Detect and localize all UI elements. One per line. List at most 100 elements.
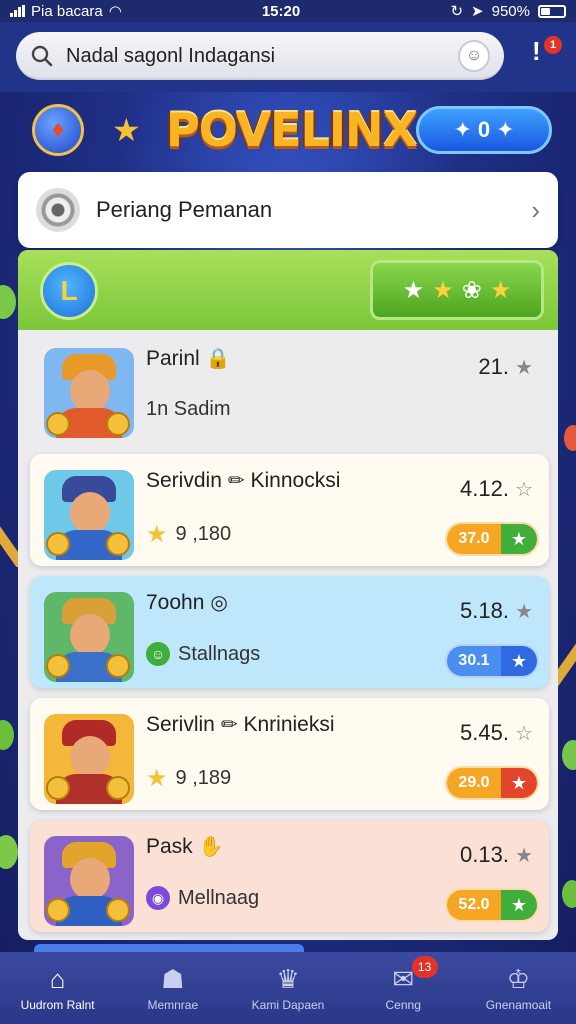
home-icon: ⌂ [49,964,66,994]
star-rating-button[interactable]: ★ ★ ❀ ★ [370,260,544,320]
nav-label: Gnenamoait [485,998,552,1012]
lock-icon: 🔒 [205,348,231,370]
nav-label: Memnrae [147,998,199,1012]
star-icon: ★ [515,845,533,867]
section-selector[interactable]: Periang Pemanan › [18,172,558,248]
game-rating: 4.12. ☆ [460,476,533,501]
notification-button[interactable]: ! 1 [532,36,566,70]
star-icon: ★ [146,765,168,792]
disc-icon [36,188,80,232]
game-thumbnail [44,348,134,438]
nav-item-crown[interactable]: ♛ Kami Dapaen [230,952,345,1024]
game-subtitle: ☺ Stallnags [146,642,260,666]
game-title: 7oohn ◎ [146,591,228,614]
chat-icon: ✉ [392,964,415,994]
hand-icon: ✋ [198,836,224,858]
trophy-icon: ♔ [506,964,531,994]
game-subtitle: 1n Sadim [146,398,231,420]
game-thumbnail [44,714,134,804]
nav-label: Cenng [385,998,421,1012]
coins-icon: ◎ [210,592,228,614]
game-title: Parinl 🔒 [146,347,231,370]
nav-item-trophy[interactable]: ♔ Gnenamoait [461,952,576,1024]
star-icon: ★ [489,276,512,304]
star-icon: ☆ [515,479,533,501]
background-candy [562,740,576,770]
gem-icon: ◉ [146,886,170,910]
list-item[interactable]: Serivdin ✏ Kinnocksi ★ 9 ,180 4.12. ☆ 37.0… [30,454,549,566]
game-rating: 0.13. ★ [460,842,533,867]
game-list-panel: L ★ ★ ❀ ★ Parinl 🔒 1n Sadim 21. ★ Serivdi… [18,250,558,940]
smiley-icon[interactable]: ☺ [458,40,490,72]
game-title: Pask ✋ [146,835,224,858]
background-candy [0,285,16,319]
background-candy [0,835,18,869]
star-icon: ★ [146,521,168,548]
star-icon: ☆ [515,723,533,745]
location-icon: ➤ [471,3,484,20]
notification-badge: 1 [544,36,562,54]
nav-item-house[interactable]: ☗ Memnrae [115,952,230,1024]
pencil-icon: ✏ [220,714,238,736]
category-icon-letter: L [60,275,78,306]
wifi-icon: ◠ [108,3,122,20]
carrier-name: Pia bacara [31,2,103,20]
star-icon: ✦ [496,117,515,142]
star-icon: ✦ [453,117,472,142]
sync-icon: ↻ [450,3,464,20]
battery-icon [538,4,566,18]
bottom-navigation: ⌂ Uudrom Ralnt ☗ Memnrae ♛ Kami Dapaen ✉… [0,952,576,1024]
list-item[interactable]: Pask ✋ ◉ Mellnaag 0.13. ★ 52.0 ★ [30,820,549,932]
flower-icon: ❀ [461,276,482,304]
game-subtitle: ★ 9 ,180 [146,521,232,548]
background-candy [0,720,14,750]
game-rating: 5.45. ☆ [460,720,533,745]
panel-header: L ★ ★ ❀ ★ [18,250,558,330]
crown-icon: ♛ [276,964,300,994]
game-title: Serivlin ✏ Knrinieksi [146,713,335,736]
nav-item-chat[interactable]: ✉ 13 Cenng [346,952,461,1024]
battery-percent: 950% [491,2,530,20]
check-icon: ☺ [146,642,170,666]
clock: 15:20 [261,2,301,20]
house-icon: ☗ [161,964,185,994]
section-label: Periang Pemanan [96,197,273,222]
list-item[interactable]: Serivlin ✏ Knrinieksi ★ 9 ,189 5.45. ☆ 29.… [30,698,549,810]
nav-label: Uudrom Ralnt [20,998,95,1012]
rewards-count: 0 [477,117,491,142]
pencil-icon: ✏ [227,470,245,492]
category-icon[interactable]: L [40,262,98,320]
game-subtitle: ★ 9 ,189 [146,765,232,792]
game-thumbnail [44,836,134,926]
star-icon: ★ [501,524,537,554]
star-icon: ★ [515,357,533,379]
nav-item-home[interactable]: ⌂ Uudrom Ralnt [0,952,115,1024]
profile-avatar-button[interactable]: ♦ [32,104,84,156]
alert-icon: ! [532,36,541,66]
game-title: Serivdin ✏ Kinnocksi [146,469,341,492]
search-icon [31,45,53,67]
star-icon: ★ [515,601,533,623]
search-input[interactable]: Nadal sagonl Indagansi [66,45,446,68]
star-icon: ★ [402,276,425,304]
search-bar[interactable]: Nadal sagonl Indagansi ☺ [16,32,504,80]
game-thumbnail [44,592,134,682]
price-chip[interactable]: 37.0 ★ [445,522,539,556]
background-candy [562,880,576,908]
list-item[interactable]: 7oohn ◎ ☺ Stallnags 5.18. ★ 30.1 ★ [30,576,549,688]
nav-label: Kami Dapaen [251,998,325,1012]
star-icon: ★ [112,112,141,148]
game-rating: 21. ★ [478,354,533,379]
game-rating: 5.18. ★ [460,598,533,623]
rewards-pill-button[interactable]: ✦ 0 ✦ [416,106,552,154]
chat-badge: 13 [411,956,438,978]
signal-icon [10,5,25,17]
star-icon: ★ [501,646,537,676]
star-icon: ★ [501,890,537,920]
price-chip[interactable]: 29.0 ★ [445,766,539,800]
list-item[interactable]: Parinl 🔒 1n Sadim 21. ★ [30,332,549,444]
background-candy [564,425,576,451]
price-chip[interactable]: 52.0 ★ [445,888,539,922]
star-icon: ★ [432,276,454,304]
price-chip[interactable]: 30.1 ★ [445,644,539,678]
